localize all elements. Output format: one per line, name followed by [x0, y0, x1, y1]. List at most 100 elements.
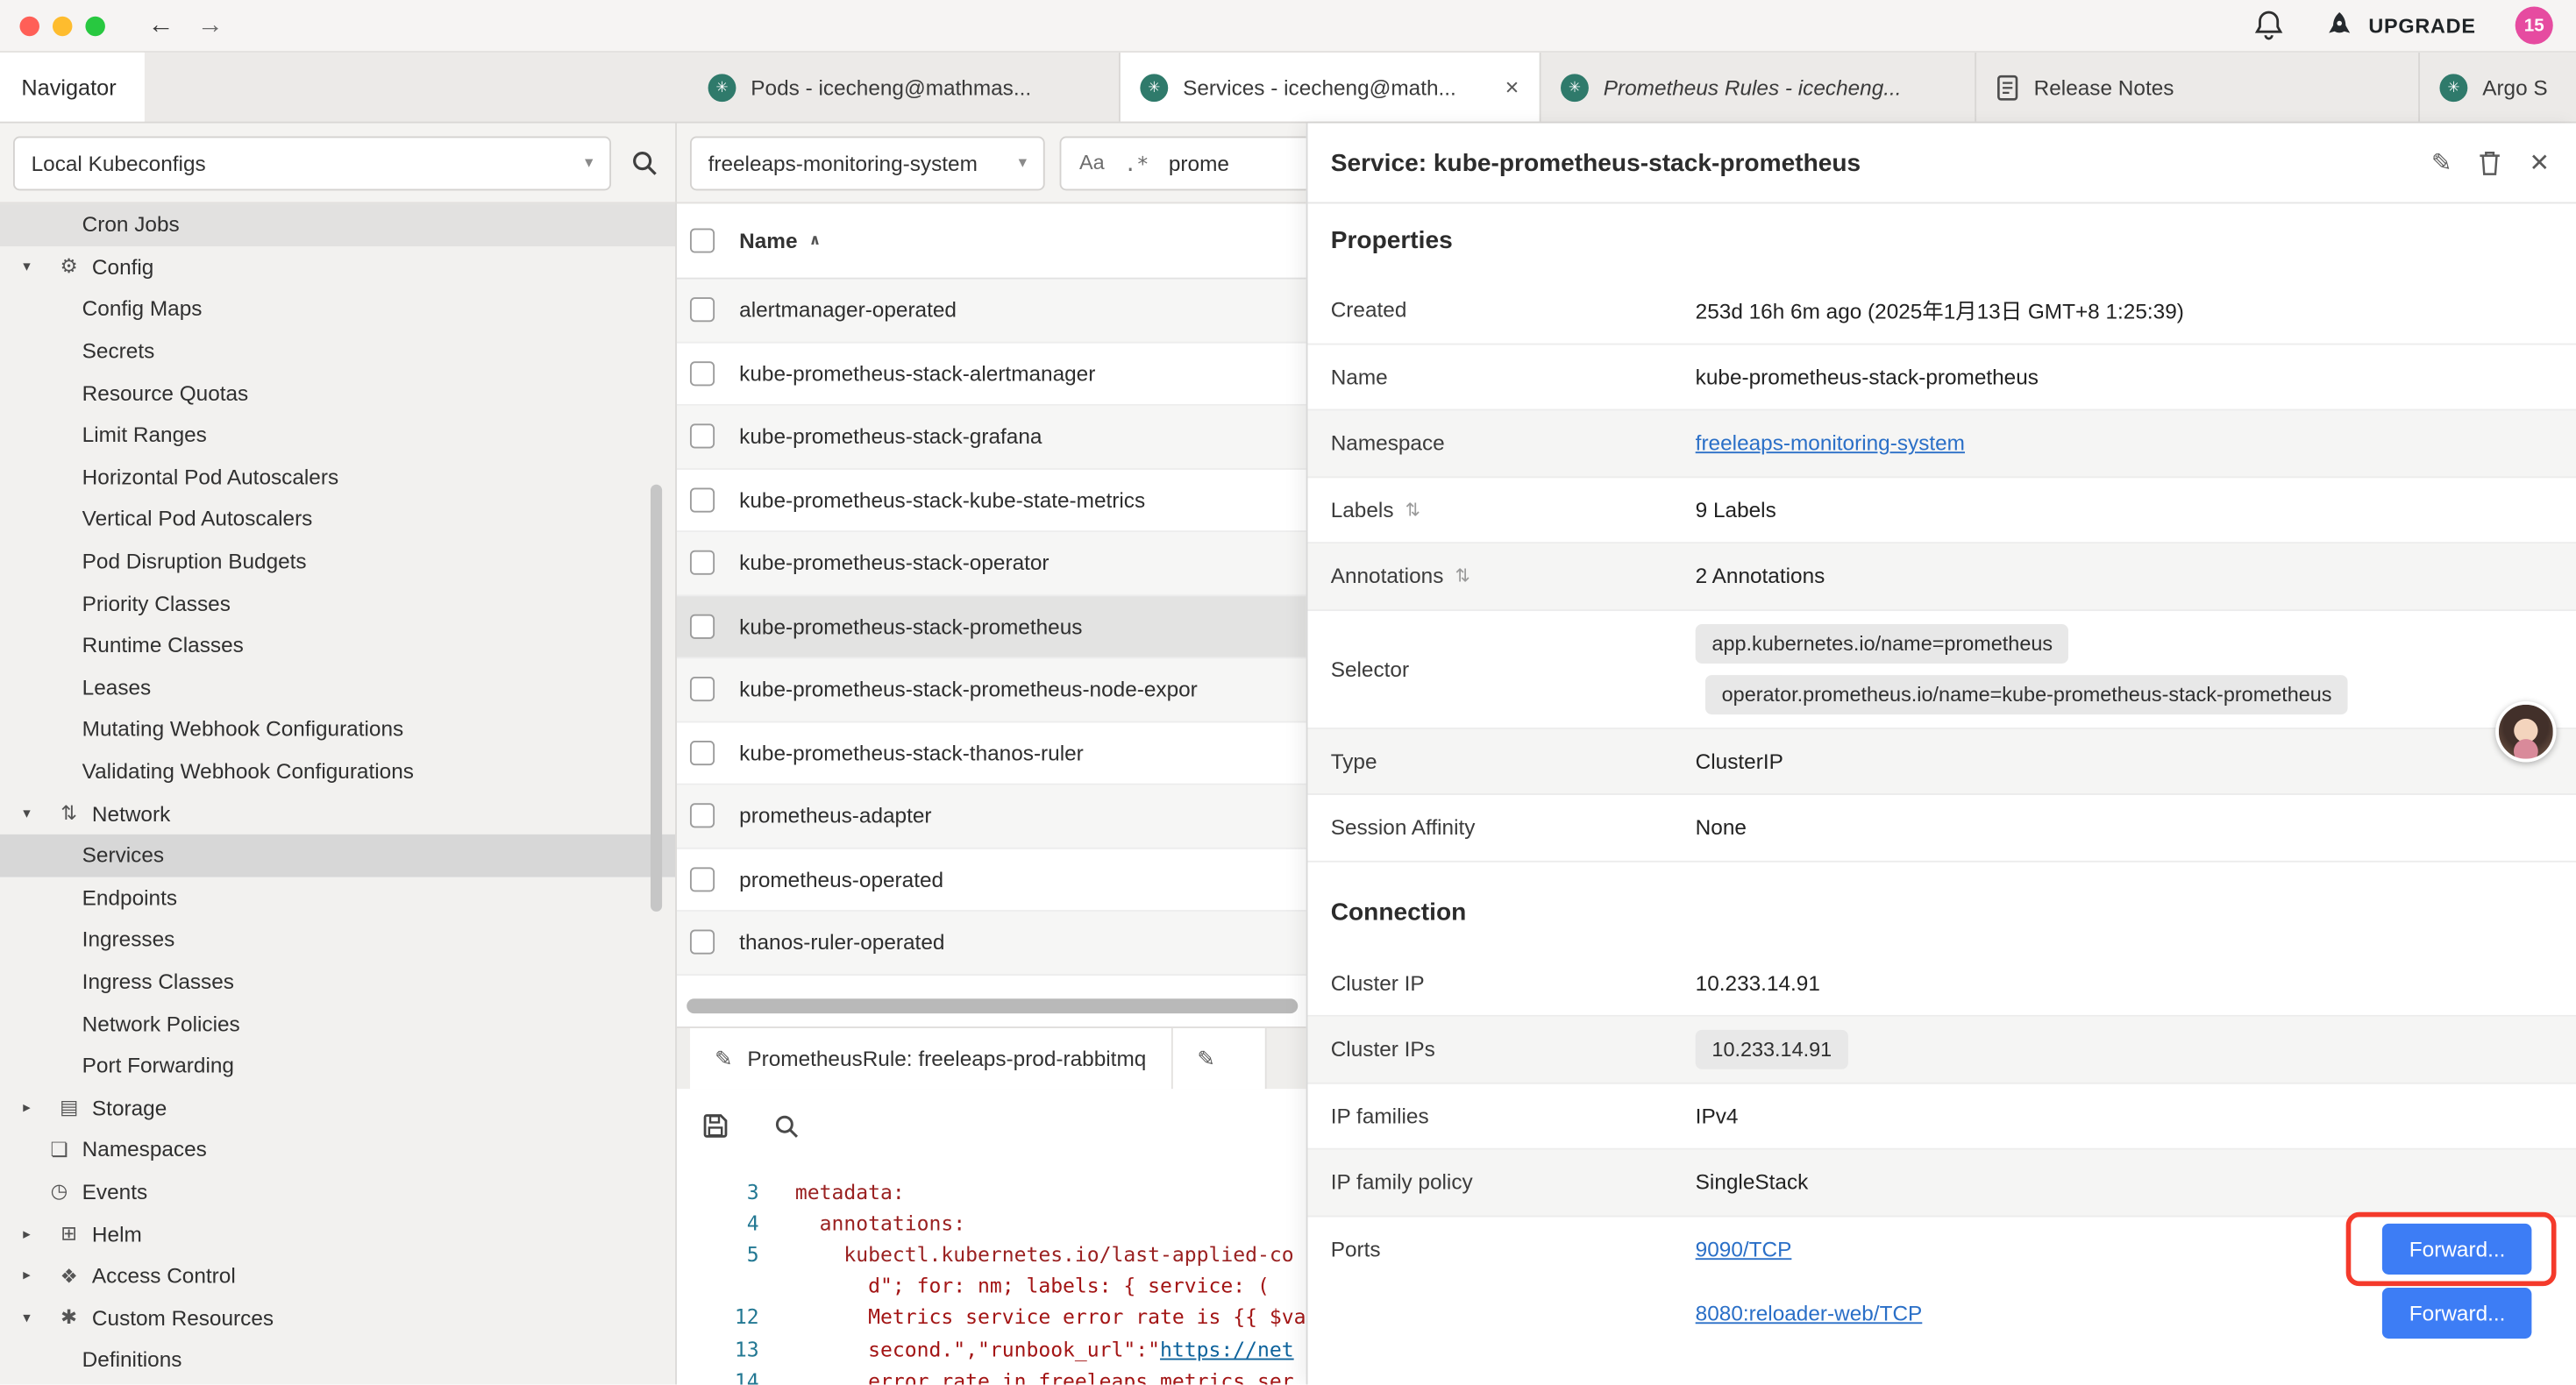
- row-checkbox[interactable]: [690, 677, 715, 701]
- port-link[interactable]: 9090/TCP: [1696, 1236, 1792, 1261]
- notifications-bell-icon[interactable]: [2253, 10, 2283, 41]
- close-tab-icon[interactable]: ✕: [1505, 76, 1519, 97]
- tree-item-label: Limit Ranges: [82, 423, 207, 447]
- close-window-button[interactable]: [19, 16, 39, 35]
- sidebar-tree-item[interactable]: ▸ ❖ Access Control: [0, 1254, 675, 1296]
- tab-prometheus-rules[interactable]: ✳ Prometheus Rules - icecheng...: [1541, 53, 1977, 122]
- namespace-link[interactable]: freeleaps-monitoring-system: [1696, 430, 1965, 455]
- sidebar-tree-item[interactable]: Pod Disruption Budgets: [0, 540, 675, 582]
- match-case-icon[interactable]: Aa: [1079, 151, 1105, 174]
- kubeconfig-select[interactable]: Local Kubeconfigs ▾: [13, 136, 611, 190]
- sidebar-tree-item[interactable]: Priority Classes: [0, 582, 675, 624]
- sidebar-tree-item[interactable]: ▸ ⊞ Helm: [0, 1212, 675, 1254]
- forward-button[interactable]: Forward...: [2383, 1223, 2532, 1274]
- sidebar-scrollbar[interactable]: [651, 485, 662, 912]
- minimize-window-button[interactable]: [53, 16, 72, 35]
- tree-item-label: Config Maps: [82, 296, 203, 321]
- row-checkbox[interactable]: [690, 487, 715, 512]
- sidebar-tree-item[interactable]: Definitions: [0, 1339, 675, 1381]
- annotations-count: 2 Annotations: [1696, 564, 2553, 588]
- dock-tab-prometheusrule[interactable]: ✎ PrometheusRule: freeleaps-prod-rabbitm…: [690, 1028, 1172, 1089]
- chevron-down-icon: ▾: [1019, 153, 1027, 172]
- dock-tab-partial[interactable]: ✎: [1172, 1028, 1266, 1089]
- sidebar-tree-item[interactable]: Vertical Pod Autoscalers: [0, 498, 675, 540]
- tab-release-notes[interactable]: Release Notes: [1976, 53, 2420, 122]
- sidebar-tree-item[interactable]: Port Forwarding: [0, 1044, 675, 1086]
- forward-button[interactable]: Forward...: [2383, 1287, 2532, 1338]
- drawer-row-name: Name kube-prometheus-stack-prometheus: [1307, 344, 2576, 411]
- row-checkbox[interactable]: [690, 550, 715, 575]
- row-checkbox[interactable]: [690, 867, 715, 891]
- edit-pencil-icon[interactable]: ✎: [2431, 148, 2452, 178]
- editor-search-icon[interactable]: [774, 1112, 801, 1139]
- tab-argo[interactable]: ✳ Argo S: [2420, 53, 2576, 122]
- maximize-window-button[interactable]: [85, 16, 104, 35]
- tree-item-label: Network Policies: [82, 1011, 240, 1035]
- regex-icon[interactable]: .*: [1124, 150, 1149, 174]
- row-checkbox[interactable]: [690, 930, 715, 955]
- sidebar-tree-item[interactable]: Ingress Classes: [0, 961, 675, 1003]
- sidebar-tree-item[interactable]: Resource Quotas: [0, 372, 675, 414]
- tree-item-label: Network: [92, 801, 170, 826]
- cluster-ips-badge: 10.233.14.91: [1696, 1029, 1848, 1069]
- sidebar-tree-item[interactable]: Horizontal Pod Autoscalers: [0, 456, 675, 498]
- row-checkbox[interactable]: [690, 298, 715, 323]
- row-label: Cluster IP: [1331, 970, 1696, 995]
- sidebar-tree-item[interactable]: Config Maps: [0, 288, 675, 330]
- sidebar-tree-item[interactable]: Services: [0, 835, 675, 877]
- session-affinity-value: None: [1696, 815, 2553, 840]
- sidebar-tree-item[interactable]: Endpoints: [0, 877, 675, 919]
- row-checkbox[interactable]: [690, 361, 715, 386]
- sidebar-tree-item[interactable]: Cron Jobs: [0, 203, 675, 245]
- sidebar-tree-item[interactable]: Ingresses: [0, 919, 675, 961]
- sidebar-tree-item[interactable]: ▾ ⚙ Config: [0, 245, 675, 288]
- chevron-icon[interactable]: ▾: [0, 258, 53, 276]
- tree-item-label: Ingresses: [82, 927, 175, 952]
- row-checkbox[interactable]: [690, 741, 715, 765]
- sidebar-tree-item[interactable]: Mutating Webhook Configurations: [0, 708, 675, 750]
- document-icon: [1996, 73, 2019, 101]
- search-icon[interactable]: [631, 149, 659, 177]
- tab-services[interactable]: ✳ Services - icecheng@math... ✕: [1121, 53, 1541, 122]
- chevron-icon[interactable]: ▸: [0, 1225, 53, 1243]
- close-drawer-icon[interactable]: ✕: [2529, 148, 2550, 178]
- sidebar-tree-item[interactable]: ❏ Namespaces: [0, 1128, 675, 1170]
- back-icon[interactable]: ←: [148, 11, 174, 40]
- drawer-row-labels: Labels ⇅ 9 Labels: [1307, 477, 2576, 543]
- namespace-select[interactable]: freeleaps-monitoring-system ▾: [690, 136, 1045, 190]
- sidebar-tree-item[interactable]: Validating Webhook Configurations: [0, 750, 675, 792]
- column-header-name[interactable]: Name ∧: [739, 228, 821, 252]
- sidebar-tree-item[interactable]: Network Policies: [0, 1002, 675, 1044]
- chevron-icon[interactable]: ▾: [0, 804, 53, 822]
- sidebar-tree-item[interactable]: ▾ ✱ Custom Resources: [0, 1296, 675, 1339]
- sidebar-tree-item[interactable]: Limit Ranges: [0, 414, 675, 456]
- sidebar-tree-item[interactable]: ▾ ⇅ Network: [0, 792, 675, 835]
- row-checkbox[interactable]: [690, 804, 715, 828]
- notification-count-badge[interactable]: 15: [2516, 6, 2553, 44]
- sidebar-tree-item[interactable]: Leases: [0, 666, 675, 708]
- chevron-icon[interactable]: ▾: [0, 1309, 53, 1327]
- save-icon[interactable]: [701, 1112, 729, 1140]
- select-all-checkbox[interactable]: [690, 228, 715, 252]
- chevron-icon[interactable]: ▸: [0, 1267, 53, 1285]
- filter-query-text: prome: [1169, 150, 1229, 174]
- expand-sorter-icon[interactable]: ⇅: [1455, 565, 1470, 586]
- upgrade-button[interactable]: UPGRADE: [2323, 11, 2476, 40]
- tab-pods[interactable]: ✳ Pods - icecheng@mathmas...: [688, 53, 1121, 122]
- navigator-panel-tab[interactable]: Navigator: [0, 53, 145, 122]
- expand-sorter-icon[interactable]: ⇅: [1405, 499, 1420, 520]
- chevron-icon[interactable]: ▸: [0, 1098, 53, 1117]
- sidebar-tree-item[interactable]: Runtime Classes: [0, 624, 675, 666]
- delete-trash-icon[interactable]: [2478, 149, 2502, 177]
- row-checkbox[interactable]: [690, 614, 715, 638]
- drawer-row-session-affinity: Session Affinity None: [1307, 795, 2576, 862]
- sidebar-tree-item[interactable]: Secrets: [0, 330, 675, 372]
- port-link[interactable]: 8080:reloader-web/TCP: [1696, 1300, 1923, 1325]
- sidebar-tree-item[interactable]: ◷ Events: [0, 1170, 675, 1212]
- horizontal-scrollbar[interactable]: [687, 998, 1298, 1013]
- tree-item-icon: ❏: [43, 1138, 75, 1161]
- forward-icon[interactable]: →: [197, 11, 224, 40]
- sidebar-tree-item[interactable]: ▸ ▤ Storage: [0, 1086, 675, 1128]
- avatar[interactable]: [2495, 701, 2556, 762]
- row-checkbox[interactable]: [690, 424, 715, 449]
